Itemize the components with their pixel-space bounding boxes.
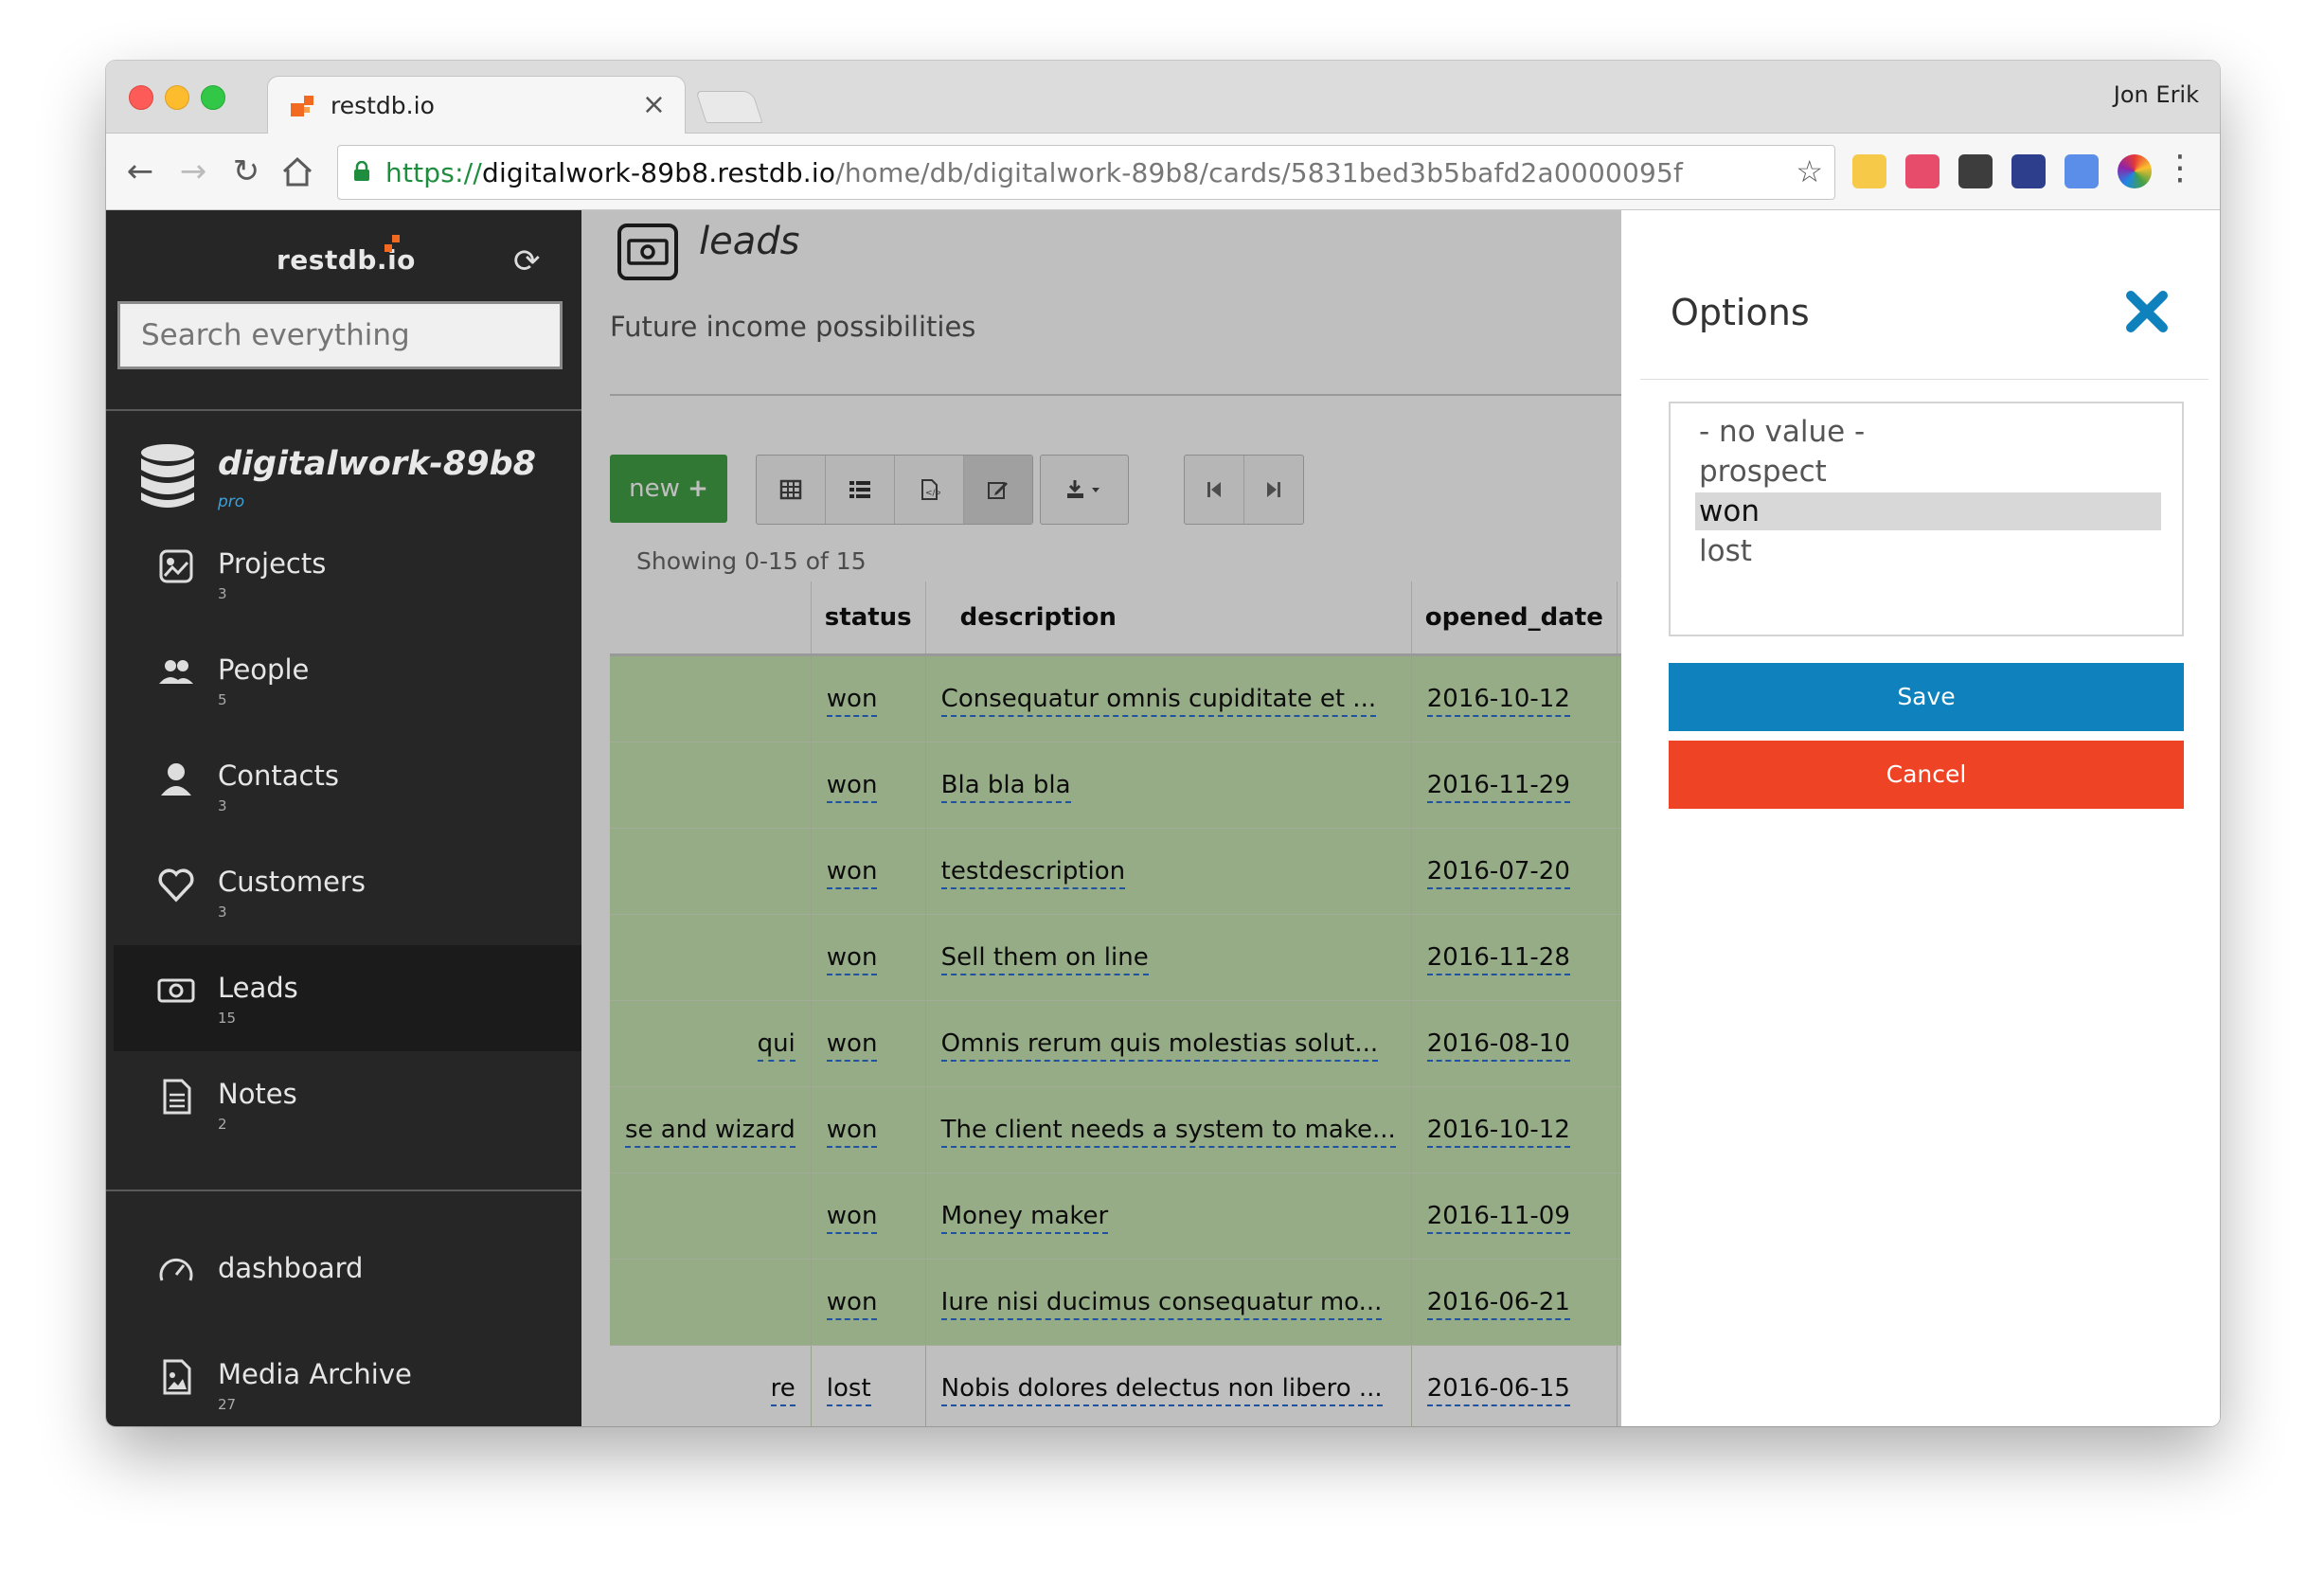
projects-icon <box>159 549 193 583</box>
status-options-list[interactable]: - no value - prospect won lost <box>1669 402 2184 636</box>
bookmark-star-icon[interactable]: ☆ <box>1796 153 1823 189</box>
database-name[interactable]: digitalwork-89b8 <box>218 445 536 483</box>
lock-icon <box>354 161 369 181</box>
maximize-window-button[interactable] <box>201 85 225 110</box>
tab-title: restdb.io <box>331 92 435 119</box>
sidebar-item-dashboard[interactable]: dashboard <box>106 1225 581 1332</box>
option-prospect[interactable]: prospect <box>1695 453 2161 491</box>
money-icon <box>157 978 195 1003</box>
extension-4-icon[interactable] <box>2011 154 2046 188</box>
note-icon <box>163 1079 191 1115</box>
url-text: https://digitalwork-89b8.restdb.io/home/… <box>385 157 1684 188</box>
contact-icon <box>161 763 191 796</box>
gauge-icon <box>159 1259 193 1281</box>
main-content: leads Future income possibilities new + … <box>581 210 2220 1426</box>
plan-badge: pro <box>218 492 245 511</box>
translate-extension-icon[interactable] <box>2065 154 2099 188</box>
divider <box>106 1189 581 1191</box>
divider <box>1640 379 2208 380</box>
browser-toolbar: ← → ↻ https://digitalwork-89b8.restdb.io… <box>106 134 2220 210</box>
sidebar-item-media-archive[interactable]: Media Archive 27 <box>106 1332 581 1426</box>
people-icon <box>159 660 193 684</box>
option-lost[interactable]: lost <box>1695 532 2161 570</box>
extension-1-icon[interactable] <box>1852 154 1886 188</box>
sidebar-item-people[interactable]: People 5 <box>106 627 581 733</box>
forward-arrow-icon[interactable]: → <box>172 151 214 192</box>
browser-menu-icon[interactable]: ⋮ <box>2163 149 2197 188</box>
close-window-button[interactable] <box>129 85 153 110</box>
brand-logo-icon <box>384 235 400 252</box>
browser-window: restdb.io × Jon Erik ← → ↻ https://digit… <box>106 61 2220 1426</box>
refresh-icon[interactable]: ⟳ <box>513 242 541 280</box>
tab-close-icon[interactable]: × <box>642 88 666 121</box>
sidebar: restdb.io ⟳ digitalwork-89b8 pro <box>106 210 581 1426</box>
minimize-window-button[interactable] <box>165 85 189 110</box>
close-icon[interactable] <box>2123 288 2171 335</box>
save-button[interactable]: Save <box>1669 663 2184 731</box>
sidebar-item-notes[interactable]: Notes 2 <box>106 1051 581 1157</box>
database-icon <box>141 444 194 508</box>
home-icon[interactable] <box>280 154 314 188</box>
reload-icon[interactable]: ↻ <box>225 151 267 192</box>
sidebar-item-contacts[interactable]: Contacts 3 <box>106 733 581 839</box>
divider <box>106 409 581 411</box>
options-panel: Options - no value - prospect won lost S… <box>1621 210 2220 1426</box>
heart-icon <box>158 868 194 903</box>
options-title: Options <box>1671 292 1810 333</box>
image-file-icon <box>163 1359 191 1395</box>
app-area: restdb.io ⟳ digitalwork-89b8 pro <box>106 210 2220 1426</box>
option-won[interactable]: won <box>1695 492 2161 530</box>
option-no-value[interactable]: - no value - <box>1695 413 2161 451</box>
extension-2-icon[interactable] <box>1905 154 1940 188</box>
color-extension-icon[interactable] <box>2118 154 2152 188</box>
evernote-extension-icon[interactable] <box>1958 154 1993 188</box>
profile-name[interactable]: Jon Erik <box>2114 81 2199 108</box>
modal-backdrop[interactable] <box>581 210 1621 1426</box>
restdb-favicon-icon <box>291 96 313 116</box>
sidebar-item-leads[interactable]: Leads 15 <box>114 945 581 1051</box>
sidebar-item-projects[interactable]: Projects 3 <box>106 521 581 627</box>
tab-strip: restdb.io × Jon Erik <box>106 61 2220 134</box>
browser-tab[interactable]: restdb.io × <box>267 76 686 134</box>
cancel-button[interactable]: Cancel <box>1669 741 2184 809</box>
sidebar-item-customers[interactable]: Customers 3 <box>106 839 581 945</box>
back-arrow-icon[interactable]: ← <box>119 151 161 192</box>
new-tab-button[interactable] <box>695 91 763 123</box>
address-bar[interactable]: https://digitalwork-89b8.restdb.io/home/… <box>337 145 1835 200</box>
search-input[interactable] <box>117 301 563 369</box>
